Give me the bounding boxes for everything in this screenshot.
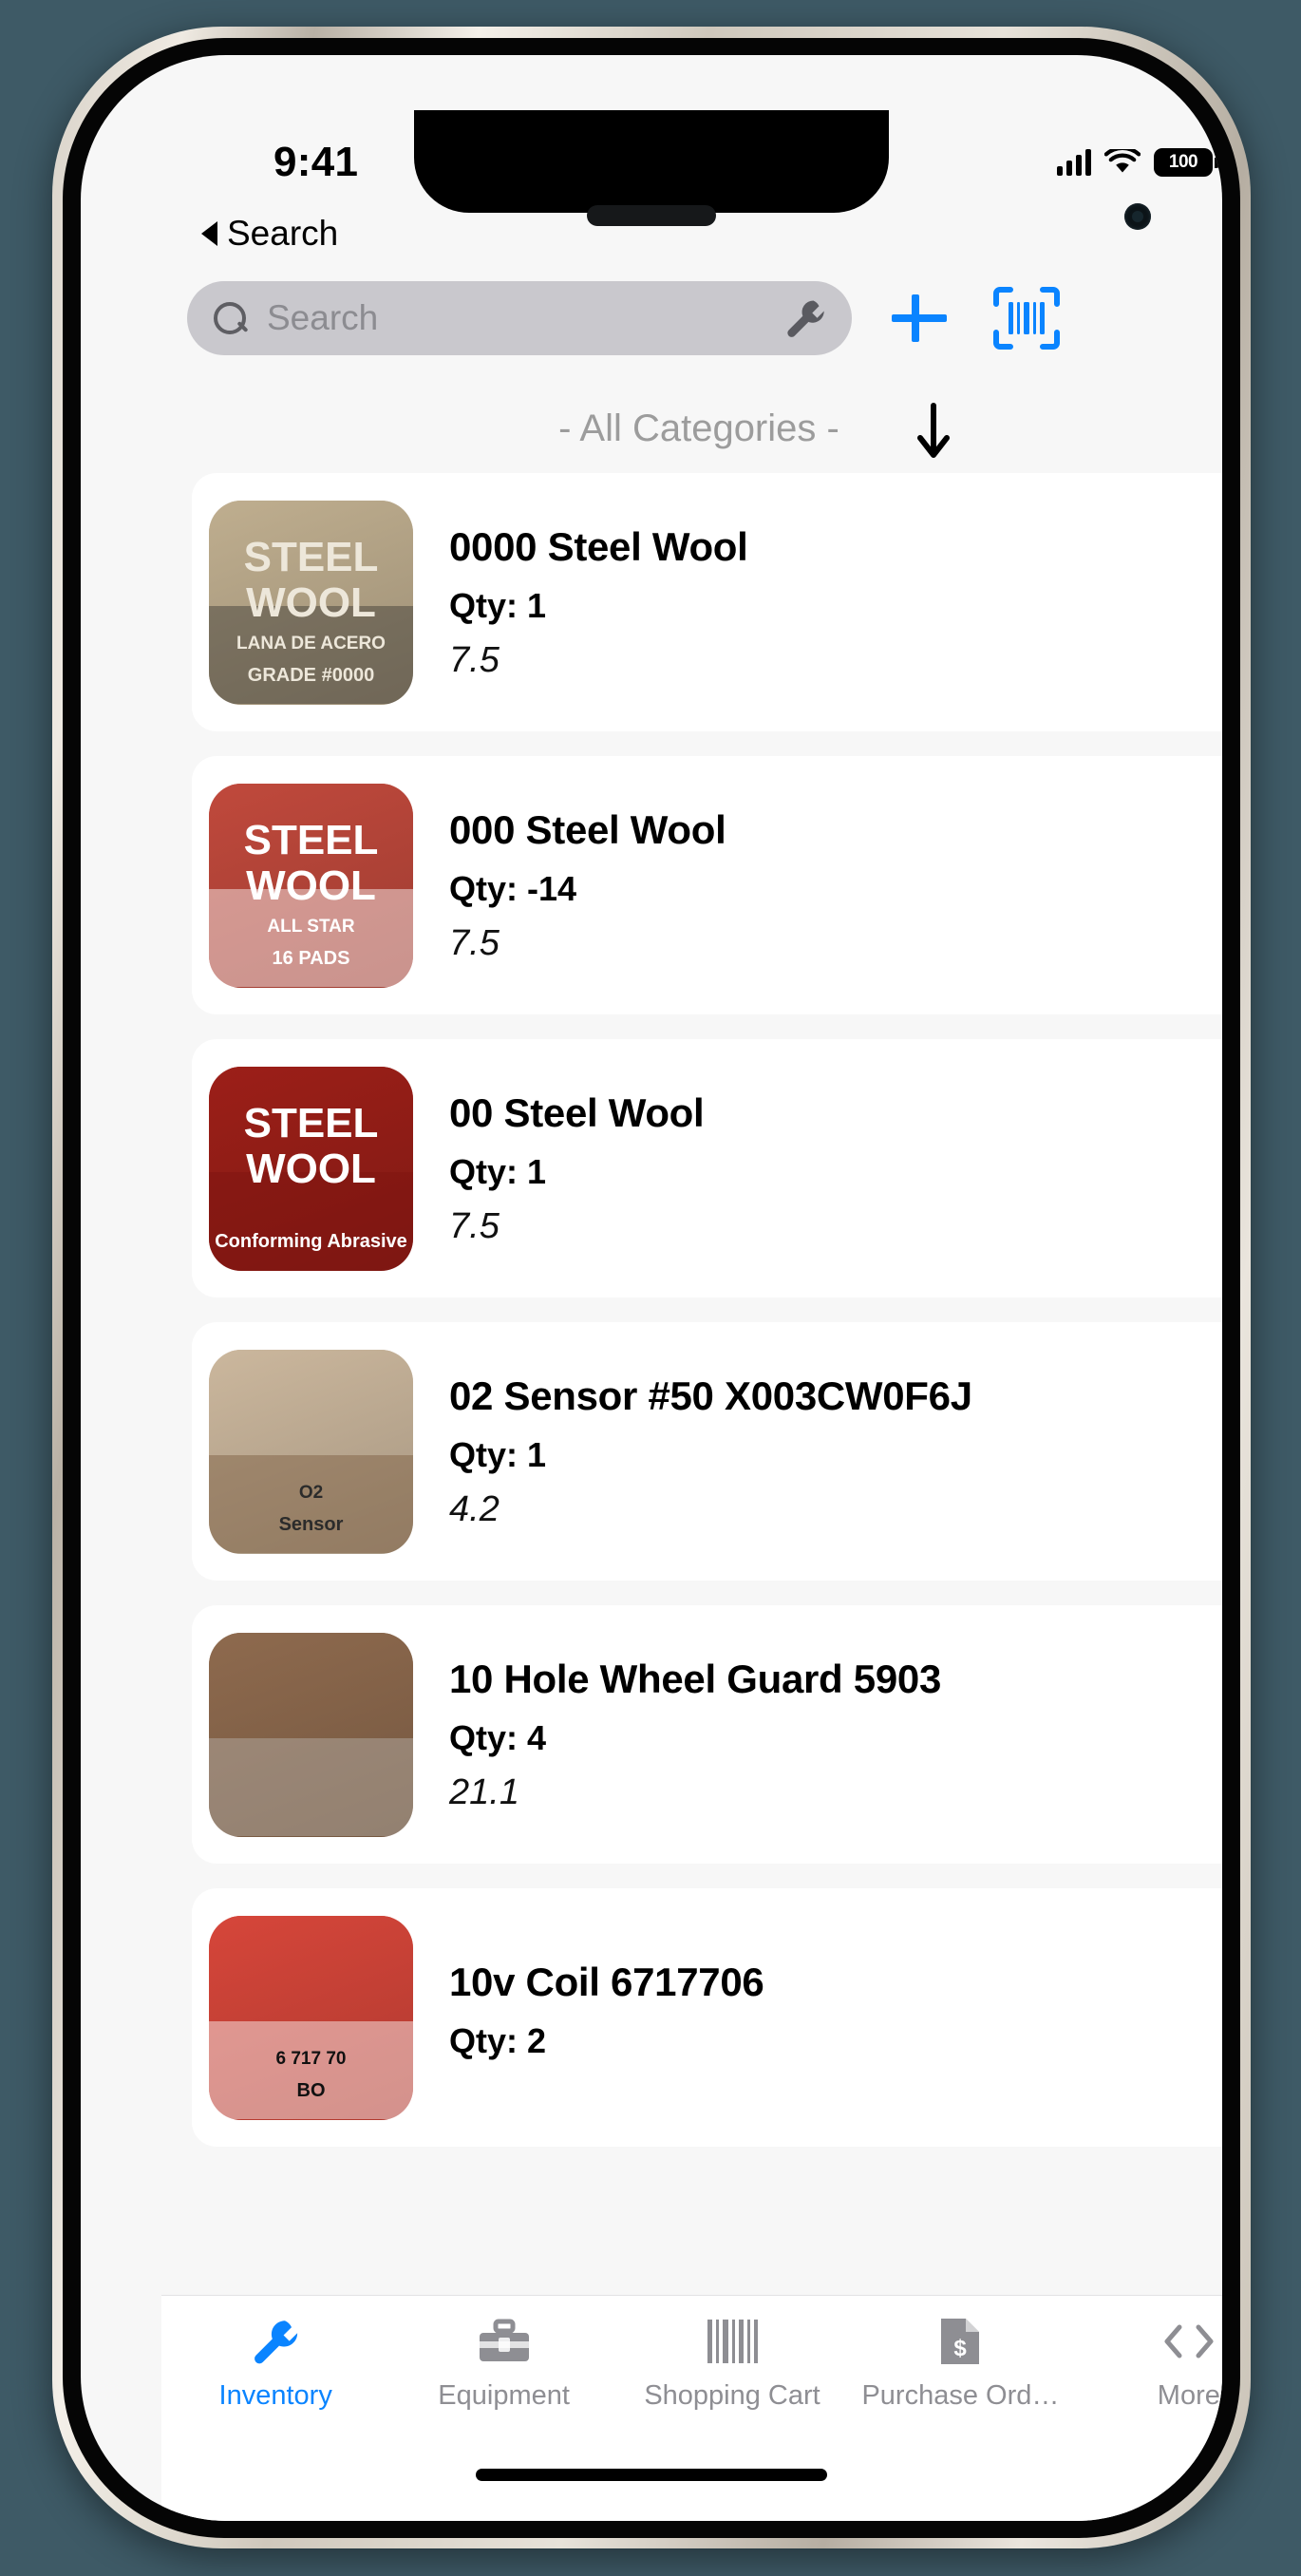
item-thumbnail: STEEL WOOL ALL STAR 16 PADS (209, 783, 413, 988)
item-thumbnail: STEEL WOOL LANA DE ACERO GRADE #0000 (209, 500, 413, 705)
home-indicator (476, 2469, 827, 2481)
item-quantity: Qty: 1 (449, 1151, 547, 1191)
item-quantity: Qty: 2 (449, 2021, 547, 2060)
list-item[interactable]: 10 Hole Wheel Guard 5903 Qty: 4 21.1 (192, 1605, 1222, 1864)
item-title: 00 Steel Wool (449, 1089, 705, 1135)
tab-bar: Inventory Equipment Shopping Cart $ Purchase… (161, 2295, 1222, 2521)
tab-label: Equipment (438, 2380, 570, 2411)
item-quantity: Qty: 1 (449, 585, 547, 625)
list-item[interactable]: STEEL WOOL LANA DE ACERO GRADE #0000 0000 St… (192, 473, 1222, 731)
list-item[interactable]: STEEL WOOL ALL STAR 16 PADS 000 Steel Wool Qt… (192, 756, 1222, 1014)
tab-inventory[interactable]: Inventory (161, 2312, 389, 2412)
back-navigation[interactable]: Search (161, 207, 1222, 260)
list-item[interactable]: STEEL WOOL Conforming Abrasive 00 Steel Woo… (192, 1039, 1222, 1297)
chevron-pair-icon (1159, 2312, 1219, 2371)
status-time: 9:41 (273, 139, 359, 185)
battery-icon: 100 (1154, 148, 1219, 177)
tab-purchase-ord[interactable]: $ Purchase Ord… (846, 2312, 1074, 2412)
tab-more[interactable]: More (1075, 2312, 1222, 2412)
item-title: 10v Coil 6717706 (449, 1960, 764, 2004)
item-price: 7.5 (449, 1205, 500, 1246)
wrench-icon (250, 2312, 301, 2371)
wifi-icon (1104, 149, 1141, 173)
list-item[interactable]: O2 Sensor 02 Sensor #50 X003CW0F6J Qty: 1 4.… (192, 1322, 1222, 1581)
document-dollar-icon: $ (936, 2312, 984, 2371)
back-label: Search (227, 214, 339, 253)
item-title: 02 Sensor #50 X003CW0F6J (449, 1373, 972, 1418)
item-title: 0000 Steel Wool (449, 523, 748, 569)
battery-level-label: 100 (1168, 152, 1198, 172)
item-price: 21.1 (449, 1771, 519, 1812)
item-quantity: Qty: 4 (449, 1717, 547, 1757)
tab-equipment[interactable]: Equipment (389, 2312, 617, 2412)
barcode-icon (705, 2312, 760, 2371)
tab-label: Shopping Cart (644, 2380, 820, 2411)
item-thumbnail: O2 Sensor (209, 1349, 413, 1554)
item-price: 4.2 (449, 1488, 500, 1529)
status-bar: 9:41 100 (161, 110, 1222, 213)
search-toolbar (161, 269, 1222, 368)
toolbox-icon (477, 2312, 532, 2371)
arrow-down-icon[interactable] (914, 400, 953, 464)
category-selector[interactable]: - All Categories - (161, 407, 1222, 450)
item-thumbnail (209, 1632, 413, 1837)
item-title: 000 Steel Wool (449, 806, 726, 852)
item-price: 7.5 (449, 922, 500, 963)
item-info: 000 Steel Wool Qty: -14 7.5 (449, 807, 1222, 964)
item-info: 10 Hole Wheel Guard 5903 Qty: 4 21.1 (449, 1657, 1222, 1813)
item-thumbnail: 6 717 70 BO (209, 1915, 413, 2120)
item-thumbnail: STEEL WOOL Conforming Abrasive (209, 1066, 413, 1271)
item-info: 00 Steel Wool Qty: 1 7.5 (449, 1090, 1222, 1247)
item-info: 0000 Steel Wool Qty: 1 7.5 (449, 524, 1222, 681)
search-icon (214, 302, 246, 334)
barcode-scan-icon[interactable] (992, 286, 1061, 350)
item-quantity: Qty: -14 (449, 868, 577, 908)
item-quantity: Qty: 1 (449, 1434, 547, 1474)
tab-label: Inventory (218, 2380, 332, 2411)
item-price: 7.5 (449, 639, 500, 680)
item-title: 10 Hole Wheel Guard 5903 (449, 1656, 942, 1701)
svg-text:$: $ (954, 2336, 968, 2361)
inventory-list[interactable]: STEEL WOOL LANA DE ACERO GRADE #0000 0000 St… (161, 473, 1222, 2297)
item-info: 02 Sensor #50 X003CW0F6J Qty: 1 4.2 (449, 1373, 1222, 1530)
app-screen: 9:41 100 Search Search - All Categories … (81, 55, 1222, 2521)
tab-label: More (1157, 2380, 1220, 2411)
add-item-button[interactable] (888, 287, 951, 350)
list-item[interactable]: 6 717 70 BO 10v Coil 6717706 Qty: 2 (192, 1888, 1222, 2147)
category-filter-bar: - All Categories - (161, 392, 1222, 476)
chevron-left-icon (201, 221, 217, 246)
status-icons: 100 (1057, 148, 1219, 177)
tab-label: Purchase Ord… (861, 2380, 1060, 2411)
item-info: 10v Coil 6717706 Qty: 2 (449, 1960, 1222, 2075)
search-field[interactable] (187, 281, 852, 355)
search-input[interactable] (267, 298, 783, 338)
cellular-bars-icon (1057, 149, 1091, 176)
tab-shopping-cart[interactable]: Shopping Cart (618, 2312, 846, 2412)
wrench-icon[interactable] (783, 296, 827, 340)
